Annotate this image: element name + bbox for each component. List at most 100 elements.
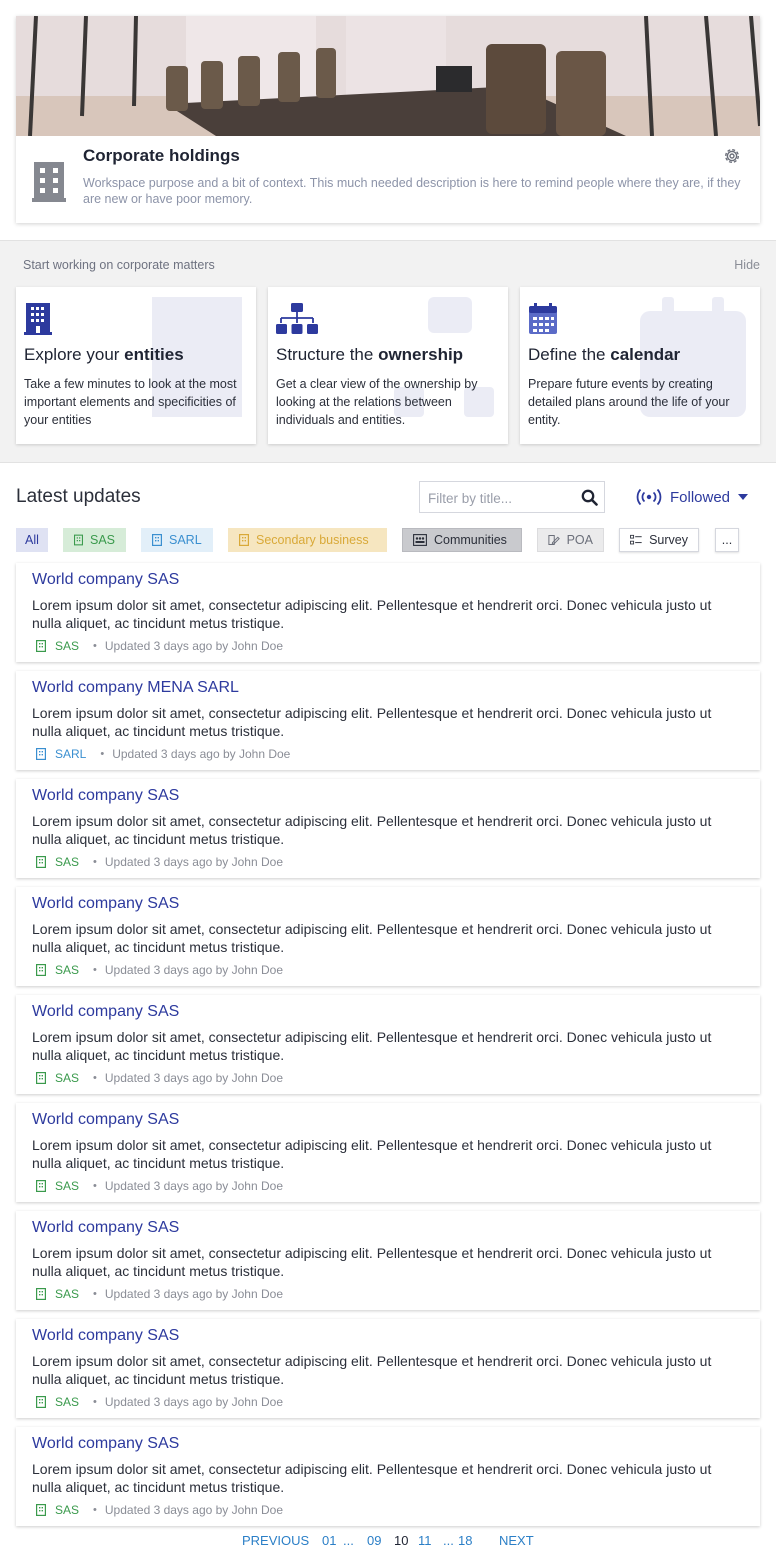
update-info: Updated 3 days ago by John Doe [104,1179,283,1193]
update-card: World company MENA SARL Lorem ipsum dolo… [16,671,760,770]
start-panel-title: Start working on corporate matters [23,258,215,272]
structure-ownership-card[interactable]: Structure the ownership Get a clear view… [268,287,508,444]
update-title-link[interactable]: World company SAS [32,1111,179,1129]
building-icon [36,1396,46,1408]
building-icon [36,856,46,868]
chip-secondary-business[interactable]: Secondary business [228,528,387,552]
update-meta: SAS • Updated 3 days ago by John Doe [36,963,283,977]
building-icon [36,640,46,652]
chip-label: Secondary business [256,533,369,547]
update-title-link[interactable]: World company SAS [32,1003,179,1021]
update-info: Updated 3 days ago by John Doe [104,1071,283,1085]
update-card: World company SAS Lorem ipsum dolor sit … [16,1211,760,1310]
community-icon [413,534,427,546]
entity-type-tag: SAS [55,1395,80,1409]
building-icon [152,534,162,546]
update-body: Lorem ipsum dolor sit amet, consectetur … [32,705,712,739]
entity-type-tag: SAS [55,1503,80,1517]
page-current: 10 [394,1533,409,1548]
define-calendar-card[interactable]: Define the calendar Prepare future event… [520,287,760,444]
update-title-link[interactable]: World company SAS [32,1327,179,1345]
building-icon [32,160,66,202]
update-info: Updated 3 days ago by John Doe [104,963,283,977]
workspace-header-card: Corporate holdings Workspace purpose and… [16,16,760,223]
workspace-title: Corporate holdings [83,146,240,165]
building-icon [36,1288,46,1300]
feature-heading: Define the calendar [528,345,681,364]
page-prev-number[interactable]: 09 [367,1533,381,1548]
update-info: Updated 3 days ago by John Doe [104,639,283,653]
page-last[interactable]: 18 [458,1533,472,1548]
latest-updates-title: Latest updates [16,486,141,507]
explore-entities-card[interactable]: Explore your entities Take a few minutes… [16,287,256,444]
page-next-number[interactable]: 11 [418,1533,432,1548]
chip-poa[interactable]: POA [537,528,604,552]
separator-dot: • [93,964,97,976]
chip-label: SAS [89,533,115,547]
page-first[interactable]: 01 [322,1533,336,1548]
filter-input[interactable] [426,488,580,508]
chip-sarl[interactable]: SARL [141,528,213,552]
chip-all[interactable]: All [16,528,48,552]
previous-page-button[interactable]: PREVIOUS [242,1533,309,1548]
followed-label: Followed [670,488,731,506]
update-title-link[interactable]: World company SAS [32,895,179,913]
chip-sas[interactable]: SAS [63,528,126,552]
feature-description: Take a few minutes to look at the most i… [24,377,237,427]
building-icon [239,534,249,546]
update-card: World company SAS Lorem ipsum dolor sit … [16,563,760,662]
followed-dropdown[interactable]: Followed [636,486,749,508]
next-page-button[interactable]: NEXT [499,1533,534,1548]
building-icon [36,1072,46,1084]
update-body: Lorem ipsum dolor sit amet, consectetur … [32,1245,712,1279]
chip-survey[interactable]: Survey [619,528,699,552]
feature-description: Prepare future events by creating detail… [528,377,730,427]
entity-type-tag: SARL [55,747,87,761]
update-meta: SAS • Updated 3 days ago by John Doe [36,1179,283,1193]
chip-label: Survey [649,533,688,547]
filter-by-title-field [419,481,605,513]
search-icon[interactable] [581,489,598,506]
update-meta: SAS • Updated 3 days ago by John Doe [36,1395,283,1409]
separator-dot: • [93,1396,97,1408]
chip-label: ... [721,533,733,547]
entity-type-tag: SAS [55,855,80,869]
chip-label: All [25,533,39,547]
workspace-description: Workspace purpose and a bit of context. … [83,176,741,206]
gear-icon[interactable] [722,146,742,166]
update-info: Updated 3 days ago by John Doe [104,1503,283,1517]
chip-communities[interactable]: Communities [402,528,522,552]
feature-heading: Explore your entities [24,345,184,364]
survey-icon [630,534,642,545]
update-title-link[interactable]: World company SAS [32,1435,179,1453]
building-icon [36,1180,46,1192]
broadcast-icon [636,488,662,506]
entity-type-tag: SAS [55,1179,80,1193]
separator-dot: • [93,1504,97,1516]
update-body: Lorem ipsum dolor sit amet, consectetur … [32,1137,712,1171]
update-body: Lorem ipsum dolor sit amet, consectetur … [32,597,712,631]
entity-type-tag: SAS [55,1287,80,1301]
building-icon [74,534,83,546]
pagination-ellipsis: ... [443,1533,454,1548]
org-chart-icon [276,303,318,334]
building-icon [24,303,52,335]
update-info: Updated 3 days ago by John Doe [104,1395,283,1409]
feature-description: Get a clear view of the ownership by loo… [276,377,478,427]
chevron-down-icon [738,493,749,500]
update-title-link[interactable]: World company MENA SARL [32,679,239,697]
hide-button[interactable]: Hide [734,258,760,272]
separator-dot: • [100,748,105,760]
update-title-link[interactable]: World company SAS [32,571,179,589]
entity-type-tag: SAS [55,963,80,977]
update-info: Updated 3 days ago by John Doe [104,1287,283,1301]
update-title-link[interactable]: World company SAS [32,787,179,805]
pagination-ellipsis: ... [343,1533,354,1548]
update-title-link[interactable]: World company SAS [32,1219,179,1237]
entity-type-tag: SAS [55,639,80,653]
pagination: PREVIOUS 01 ... 09 10 11 ... 18 NEXT [0,1533,776,1551]
chip-more[interactable]: ... [715,528,739,552]
update-body: Lorem ipsum dolor sit amet, consectetur … [32,1461,712,1495]
separator-dot: • [93,640,97,652]
separator-dot: • [93,1072,97,1084]
